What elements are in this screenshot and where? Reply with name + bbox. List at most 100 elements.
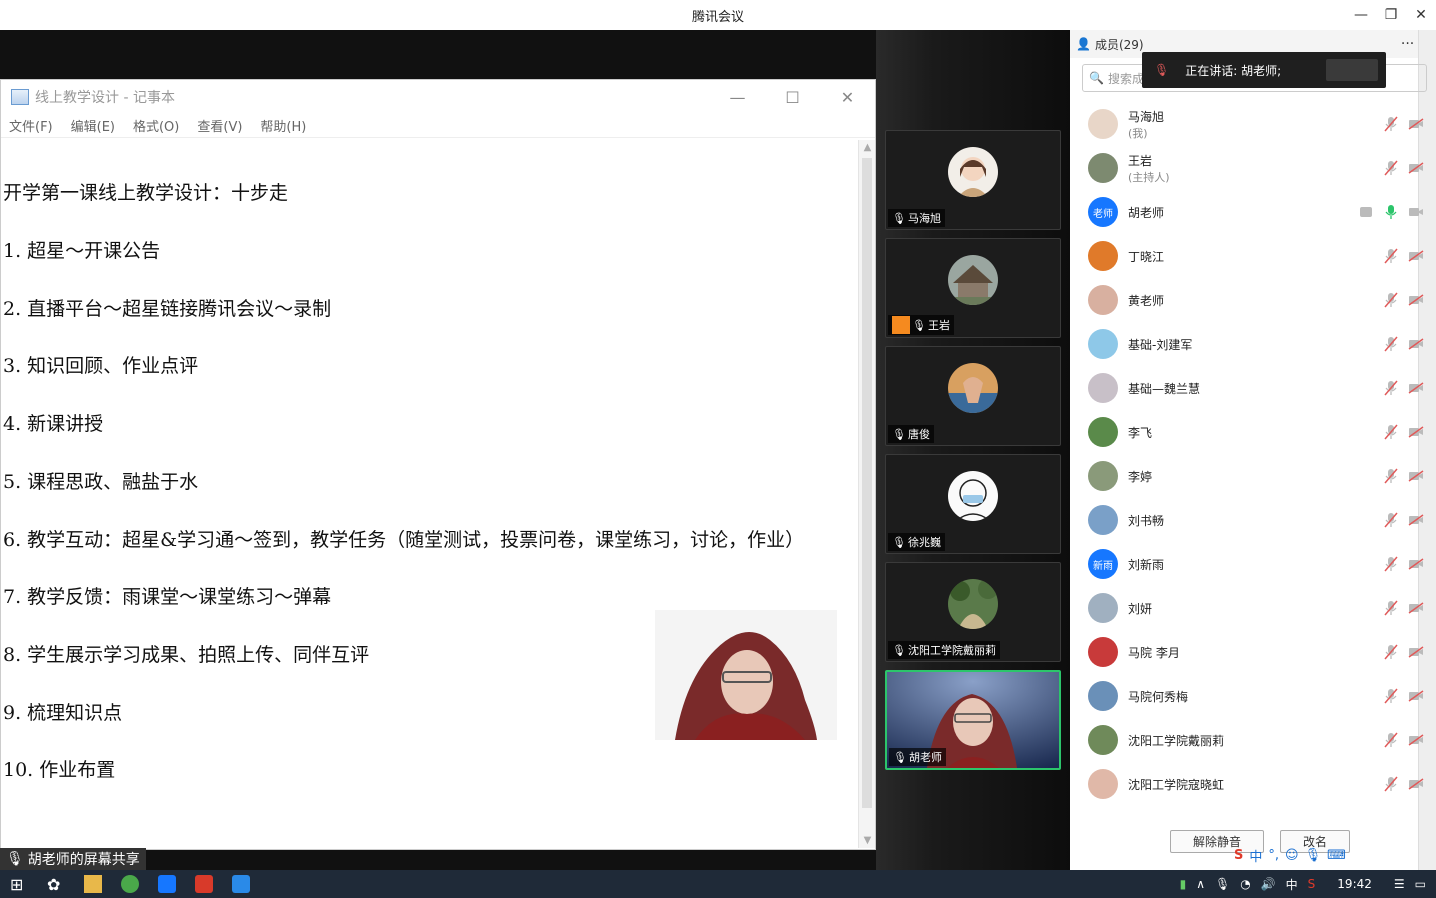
scroll-down-icon[interactable]: ▼ — [859, 835, 876, 846]
volume-icon[interactable]: 🔊 — [1261, 877, 1276, 891]
member-name: 沈阳工学院戴丽莉 — [1128, 733, 1225, 748]
video-tile[interactable]: 🎙 徐兆巍 — [885, 454, 1061, 554]
camera-off-icon[interactable] — [1408, 470, 1424, 482]
camera-off-icon[interactable] — [1408, 118, 1424, 130]
member-row[interactable]: 老师 胡老师 — [1070, 190, 1426, 234]
chevron-up-icon[interactable]: ∧ — [1196, 877, 1205, 891]
camera-off-icon[interactable] — [1408, 162, 1424, 174]
text-line: 8. 学生展示学习成果、拍照上传、同伴互评 — [3, 644, 370, 666]
member-row[interactable]: 新雨 刘新雨 — [1070, 542, 1426, 586]
app-icon[interactable]: ✿ — [47, 875, 65, 894]
speaking-text: 正在讲话: 胡老师; — [1185, 63, 1282, 78]
punct-icon: °, — [1268, 848, 1280, 863]
notepad-scrollbar[interactable]: ▲ ▼ — [858, 140, 875, 848]
app2-icon[interactable] — [232, 875, 250, 893]
member-row[interactable]: 黄老师 — [1070, 278, 1426, 322]
notepad-close-button[interactable]: ✕ — [820, 88, 875, 107]
action-center-icon[interactable]: ▭ — [1415, 877, 1426, 891]
camera-off-icon[interactable] — [1408, 690, 1424, 702]
member-row[interactable]: 马院 李月 — [1070, 630, 1426, 674]
mic-muted-icon[interactable] — [1384, 556, 1398, 572]
camera-off-icon[interactable] — [1408, 558, 1424, 570]
mic-muted-icon[interactable] — [1384, 248, 1398, 264]
notepad-minimize-button[interactable]: — — [710, 88, 765, 107]
close-button[interactable]: ✕ — [1406, 0, 1436, 30]
video-tile[interactable]: 🎙 马海旭 — [885, 130, 1061, 230]
mic-icon[interactable]: 🎙 — [1215, 877, 1230, 891]
member-row[interactable]: 王岩 (主持人) — [1070, 146, 1426, 190]
video-tile[interactable]: 🎙 沈阳工学院戴丽莉 — [885, 562, 1061, 662]
camera-off-icon[interactable] — [1408, 382, 1424, 394]
start-icon[interactable]: ⊞ — [10, 875, 28, 894]
ime-indicator[interactable]: 中 — [1286, 876, 1298, 893]
camera-off-icon[interactable] — [1408, 778, 1424, 790]
camera-off-icon[interactable] — [1408, 338, 1424, 350]
camera-off-icon[interactable] — [1408, 206, 1424, 218]
avatar — [1088, 681, 1118, 711]
meeting-icon[interactable] — [158, 875, 176, 893]
camera-off-icon[interactable] — [1408, 514, 1424, 526]
mic-muted-icon[interactable] — [1384, 424, 1398, 440]
folder-icon[interactable] — [84, 875, 102, 893]
restore-button[interactable]: ❐ — [1376, 0, 1406, 30]
wps-icon[interactable] — [195, 875, 213, 893]
notepad-text-area[interactable]: 开学第一课线上教学设计：十步走 1. 超星～开课公告 2. 直播平台～超星链接腾… — [1, 140, 859, 848]
member-name-block: 丁晓江 — [1128, 248, 1164, 265]
menu-file[interactable]: 文件(F) — [9, 116, 53, 135]
camera-off-icon[interactable] — [1408, 426, 1424, 438]
member-row[interactable]: 李婷 — [1070, 454, 1426, 498]
avatar — [948, 579, 998, 629]
network-icon[interactable]: ◔ — [1240, 877, 1250, 891]
minimize-button[interactable]: — — [1346, 0, 1376, 30]
clock[interactable]: 19:42 — [1337, 877, 1372, 891]
member-name-block: 基础—魏兰慧 — [1128, 380, 1200, 397]
member-row[interactable]: 马院何秀梅 — [1070, 674, 1426, 718]
video-tile-active[interactable]: 🎙 胡老师 — [885, 670, 1061, 770]
mic-muted-icon[interactable] — [1384, 380, 1398, 396]
scroll-up-icon[interactable]: ▲ — [859, 142, 876, 153]
avatar — [1088, 153, 1118, 183]
camera-off-icon[interactable] — [1408, 294, 1424, 306]
member-row[interactable]: 刘书畅 — [1070, 498, 1426, 542]
camera-off-icon[interactable] — [1408, 602, 1424, 614]
mic-muted-icon[interactable] — [1384, 292, 1398, 308]
member-row[interactable]: 沈阳工学院戴丽莉 — [1070, 718, 1426, 762]
battery-icon[interactable]: ▮ — [1180, 877, 1187, 891]
text-line: 6. 教学互动：超星&学习通～签到，教学任务（随堂测试，投票问卷，课堂练习，讨论… — [3, 529, 805, 551]
mic-on-icon[interactable] — [1384, 204, 1398, 220]
mic-muted-icon[interactable] — [1384, 160, 1398, 176]
mic-muted-icon[interactable] — [1384, 732, 1398, 748]
mic-muted-icon[interactable] — [1384, 336, 1398, 352]
member-row[interactable]: 丁晓江 — [1070, 234, 1426, 278]
mic-muted-icon[interactable] — [1384, 512, 1398, 528]
mic-muted-icon[interactable] — [1384, 688, 1398, 704]
menu-edit[interactable]: 编辑(E) — [71, 116, 115, 135]
camera-off-icon[interactable] — [1408, 646, 1424, 658]
scroll-thumb[interactable] — [862, 158, 872, 808]
notifications-icon[interactable]: ☰ — [1394, 877, 1405, 891]
mic-muted-icon[interactable] — [1384, 600, 1398, 616]
mic-muted-icon[interactable] — [1384, 776, 1398, 792]
more-button[interactable]: ··· — [1401, 36, 1414, 52]
sogou-tray-icon[interactable]: S — [1308, 877, 1316, 891]
mic-muted-icon[interactable] — [1384, 644, 1398, 660]
notepad-maximize-button[interactable]: ☐ — [765, 88, 820, 107]
ime-toolbar[interactable]: S 中 °, ☺ 🎙 ⌨ — [1234, 846, 1346, 865]
browser-icon[interactable] — [121, 875, 139, 893]
mic-muted-icon[interactable] — [1384, 468, 1398, 484]
video-tile[interactable]: 🎙 唐俊 — [885, 346, 1061, 446]
member-row[interactable]: 基础-刘建军 — [1070, 322, 1426, 366]
member-row[interactable]: 沈阳工学院寇晓虹 — [1070, 762, 1426, 806]
member-row[interactable]: 李飞 — [1070, 410, 1426, 454]
mic-muted-icon[interactable] — [1384, 116, 1398, 132]
camera-off-icon[interactable] — [1408, 250, 1424, 262]
member-row[interactable]: 马海旭 (我) — [1070, 102, 1426, 146]
member-row[interactable]: 基础—魏兰慧 — [1070, 366, 1426, 410]
menu-help[interactable]: 帮助(H) — [260, 116, 306, 135]
menu-format[interactable]: 格式(O) — [133, 116, 179, 135]
menu-view[interactable]: 查看(V) — [197, 116, 242, 135]
video-tile[interactable]: 🎙 王岩 — [885, 238, 1061, 338]
camera-off-icon[interactable] — [1408, 734, 1424, 746]
member-row[interactable]: 刘妍 — [1070, 586, 1426, 630]
toast-action-button[interactable] — [1326, 59, 1378, 81]
